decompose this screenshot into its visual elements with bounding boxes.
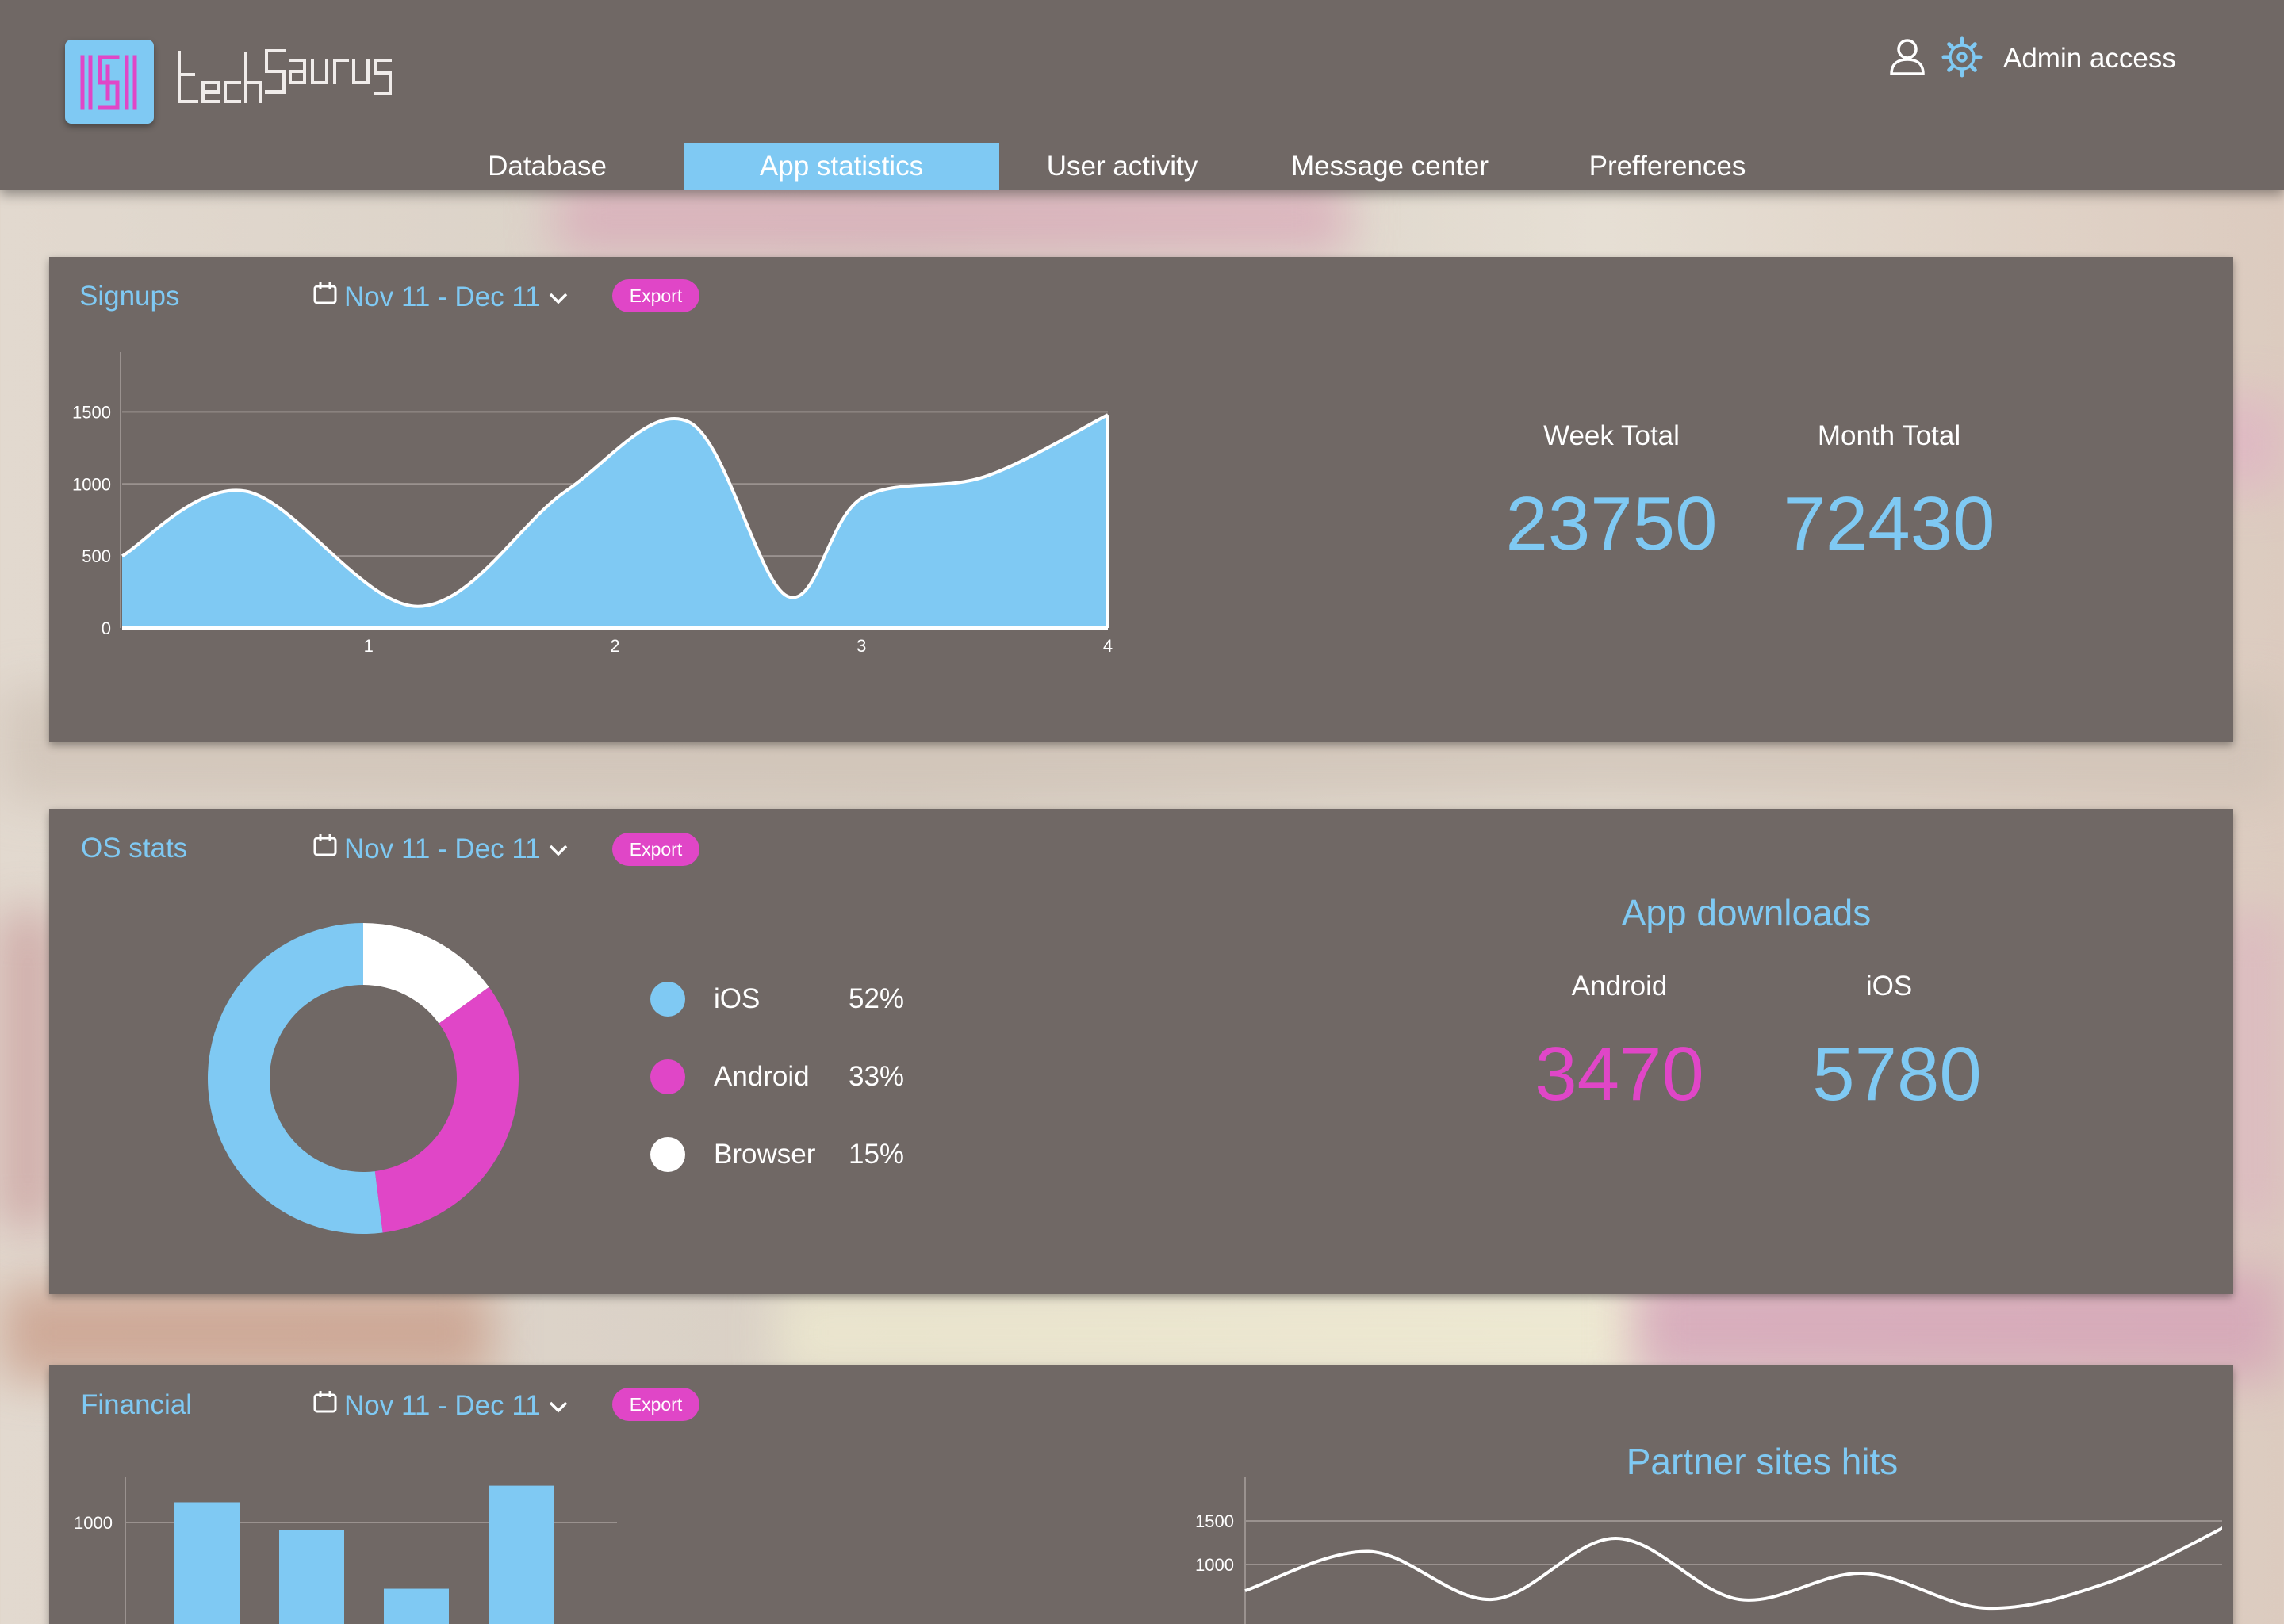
partner-hits-line bbox=[1244, 1526, 2222, 1611]
os-donut-chart bbox=[207, 923, 519, 1234]
x-tick-label: 3 bbox=[856, 636, 866, 656]
x-tick-label: 1 bbox=[364, 636, 374, 656]
legend-dot bbox=[650, 982, 685, 1017]
background-blur bbox=[555, 182, 1348, 254]
background-blur bbox=[0, 912, 56, 1229]
top-header: Admin access Database App statistics Use… bbox=[0, 0, 2284, 190]
export-button[interactable]: Export bbox=[612, 833, 699, 866]
legend-label: Browser bbox=[714, 1139, 816, 1170]
legend-dot bbox=[650, 1059, 685, 1094]
date-range-picker[interactable]: Nov 11 - Dec 11 bbox=[312, 1389, 569, 1422]
date-range-label: Nov 11 - Dec 11 bbox=[344, 281, 541, 312]
y-tick-label: 1000 bbox=[1195, 1555, 1234, 1575]
legend-pct: 33% bbox=[849, 1061, 905, 1092]
chevron-down-icon bbox=[547, 833, 569, 865]
y-tick-label: 500 bbox=[82, 546, 111, 566]
y-tick-label: 0 bbox=[102, 619, 111, 638]
legend-dot bbox=[650, 1137, 685, 1172]
month-total-label: Month Total bbox=[1817, 420, 1961, 451]
x-tick-label: 4 bbox=[1103, 636, 1113, 656]
app-downloads-title: App downloads bbox=[1621, 892, 1872, 933]
panel-title: OS stats bbox=[81, 833, 188, 864]
y-tick-label: 1000 bbox=[72, 474, 111, 494]
x-tick-label: 2 bbox=[610, 636, 619, 656]
date-range-label: Nov 11 - Dec 11 bbox=[344, 833, 541, 864]
y-tick-label: 1500 bbox=[1195, 1511, 1234, 1531]
legend-pct: 15% bbox=[849, 1139, 905, 1170]
main-nav: Database App statistics User activity Me… bbox=[0, 141, 2284, 190]
legend-label: Android bbox=[714, 1061, 810, 1092]
financial-panel: Financial Nov 11 - Dec 11 Export 1000 Pa… bbox=[49, 1365, 2233, 1624]
legend-label: iOS bbox=[714, 983, 761, 1014]
chevron-down-icon bbox=[547, 282, 569, 313]
bar bbox=[489, 1485, 554, 1624]
ios-label: iOS bbox=[1865, 971, 1913, 1002]
week-total-label: Week Total bbox=[1543, 420, 1680, 451]
panel-title: Financial bbox=[81, 1389, 193, 1420]
calendar-icon bbox=[312, 1389, 338, 1422]
tab-database[interactable]: Database bbox=[468, 143, 627, 190]
panel-title: Signups bbox=[79, 281, 180, 312]
bar bbox=[384, 1588, 449, 1624]
week-total-value: 23750 bbox=[1505, 481, 1718, 566]
android-downloads-value: 3470 bbox=[1535, 1032, 1704, 1116]
calendar-icon bbox=[312, 281, 338, 313]
legend-ios: iOS 52% bbox=[650, 982, 904, 1017]
android-label: Android bbox=[1571, 971, 1668, 1002]
admin-area: Admin access bbox=[1887, 29, 2176, 89]
month-total-value: 72430 bbox=[1783, 481, 1995, 566]
legend-browser: Browser 15% bbox=[650, 1137, 904, 1172]
legend-android: Android 33% bbox=[650, 1059, 904, 1094]
financial-bar-chart: 1000 bbox=[74, 1477, 617, 1624]
calendar-icon bbox=[312, 833, 338, 865]
user-icon[interactable] bbox=[1887, 37, 1927, 81]
export-button[interactable]: Export bbox=[612, 1388, 699, 1421]
tab-prefferences[interactable]: Prefferences bbox=[1574, 143, 1761, 190]
export-button[interactable]: Export bbox=[612, 279, 699, 312]
y-tick-label: 1000 bbox=[74, 1513, 113, 1533]
bar bbox=[279, 1530, 344, 1624]
gear-icon[interactable] bbox=[1941, 36, 1983, 82]
tab-app-statistics[interactable]: App statistics bbox=[684, 143, 999, 190]
signups-area-chart: 0 500 1000 1500 1 2 3 4 bbox=[72, 352, 1113, 656]
y-tick-label: 1500 bbox=[72, 402, 111, 422]
logo-icon[interactable] bbox=[65, 40, 154, 124]
bar bbox=[174, 1502, 240, 1624]
tab-user-activity[interactable]: User activity bbox=[1031, 143, 1213, 190]
chevron-down-icon bbox=[547, 1390, 569, 1422]
tab-message-center[interactable]: Message center bbox=[1277, 143, 1503, 190]
ios-downloads-value: 5780 bbox=[1812, 1032, 1982, 1116]
os-stats-panel: OS stats Nov 11 - Dec 11 Export iOS 52% … bbox=[49, 809, 2233, 1294]
partner-line-chart: 1500 1000 bbox=[1195, 1477, 2222, 1624]
logo-wordmark bbox=[176, 36, 406, 116]
date-range-picker[interactable]: Nov 11 - Dec 11 bbox=[312, 833, 569, 865]
date-range-picker[interactable]: Nov 11 - Dec 11 bbox=[312, 281, 569, 313]
donut-slice-ios bbox=[207, 923, 383, 1234]
admin-access-link[interactable]: Admin access bbox=[2003, 43, 2176, 75]
date-range-label: Nov 11 - Dec 11 bbox=[344, 1389, 541, 1421]
legend-pct: 52% bbox=[849, 983, 905, 1014]
signups-panel: Signups Nov 11 - Dec 11 Export 0 500 1000 1… bbox=[49, 257, 2233, 742]
signups-area bbox=[122, 415, 1108, 628]
donut-slice-android bbox=[374, 986, 519, 1233]
